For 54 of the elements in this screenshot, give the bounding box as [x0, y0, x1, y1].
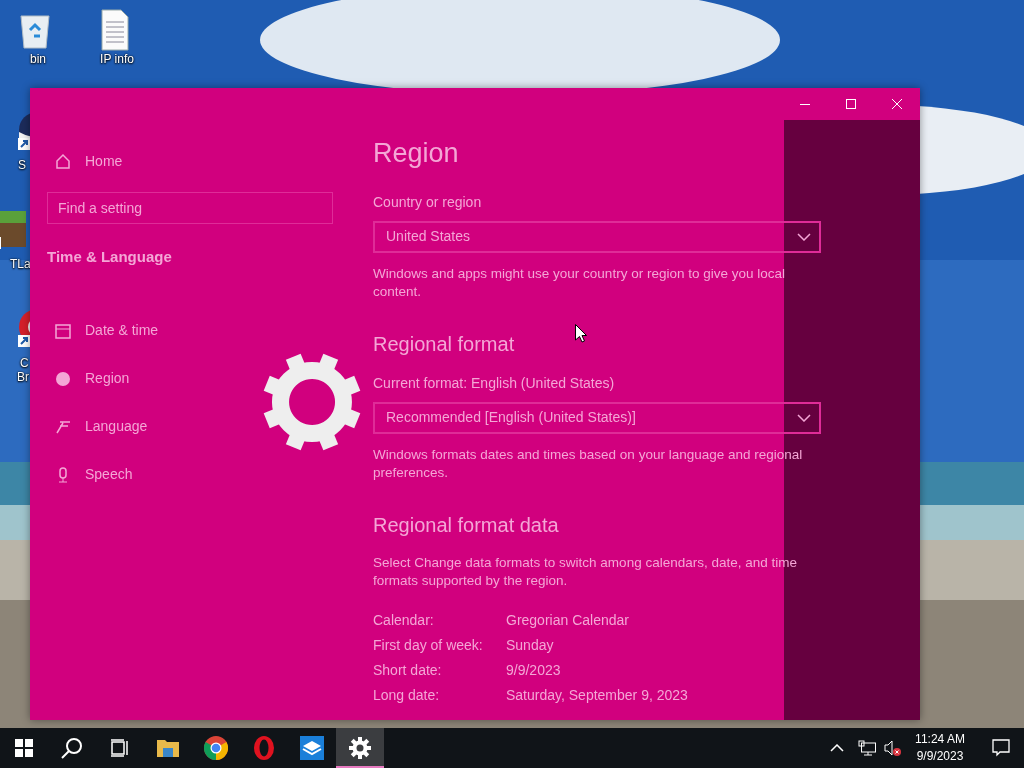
settings-button[interactable] [336, 728, 384, 768]
page-title: Region [373, 137, 459, 170]
desktop-icon-label: bin [30, 52, 46, 66]
speaker-icon[interactable] [884, 740, 902, 756]
row-value: Gregorian Calendar [506, 610, 629, 630]
nav-item[interactable]: Speech [47, 450, 141, 499]
windows-logo-icon [15, 739, 33, 757]
description-text: Windows and apps might use your country or region to give you local content. [373, 264, 786, 301]
row-label: Long date: [373, 685, 441, 705]
folder-icon [157, 738, 179, 758]
language-icon [55, 418, 71, 435]
field-label: Current format: English (United States) [373, 373, 615, 393]
desktop-icon-label: S [18, 158, 26, 172]
task-view-icon [111, 739, 129, 757]
clock-time[interactable]: 11:24 AM [908, 731, 972, 748]
close-icon [892, 99, 902, 109]
desktop-icon-label: TLa [10, 257, 31, 271]
network-icon[interactable] [858, 740, 876, 756]
desktop-icon-label: C [20, 356, 29, 370]
dropdown[interactable]: Recommended [English (United States)] [373, 401, 821, 434]
maximize-icon [846, 99, 856, 109]
section-heading: Regional format [373, 331, 515, 357]
globe-icon [55, 370, 71, 387]
search-field[interactable]: Find a setting [47, 192, 333, 224]
row-label: Short date: [373, 660, 443, 680]
browser-icon [204, 736, 228, 760]
row-label: First day of week: [373, 635, 484, 655]
nav-item[interactable]: Date & time [47, 306, 167, 355]
description-text: Select Change data formats to switch among calendars, date, and time formats supported by the region. [373, 553, 798, 590]
row-value: 9/9/2023 [506, 660, 561, 680]
browser-icon [253, 736, 275, 760]
dropdown[interactable]: United States [373, 220, 821, 253]
calendar-icon [55, 322, 71, 339]
row-label: Calendar: [373, 610, 435, 630]
row-value: Sunday [506, 635, 554, 655]
section-heading: Regional format data [373, 512, 559, 538]
search-icon [61, 737, 83, 759]
desktop-icon-label: Br [17, 370, 29, 384]
chevron-up-icon[interactable] [830, 744, 844, 752]
desktop-icon-label: IP info [100, 52, 134, 66]
nav-item[interactable]: Region [47, 354, 138, 403]
clock-date[interactable]: 9/9/2023 [908, 748, 972, 765]
app-icon [300, 736, 324, 760]
row-value: Saturday, September 9, 2023 [506, 685, 688, 705]
chevron-down-icon [797, 413, 811, 422]
cursor-icon [575, 324, 587, 343]
chevron-down-icon [797, 232, 811, 241]
settings-icon [349, 737, 371, 759]
field-label: Country or region [373, 192, 482, 212]
section-title: Time & Language [47, 247, 173, 267]
home-link[interactable]: Home [47, 144, 343, 178]
home-icon [55, 153, 71, 169]
notification-icon[interactable] [992, 739, 1010, 757]
nav-item[interactable]: Language [47, 402, 156, 451]
